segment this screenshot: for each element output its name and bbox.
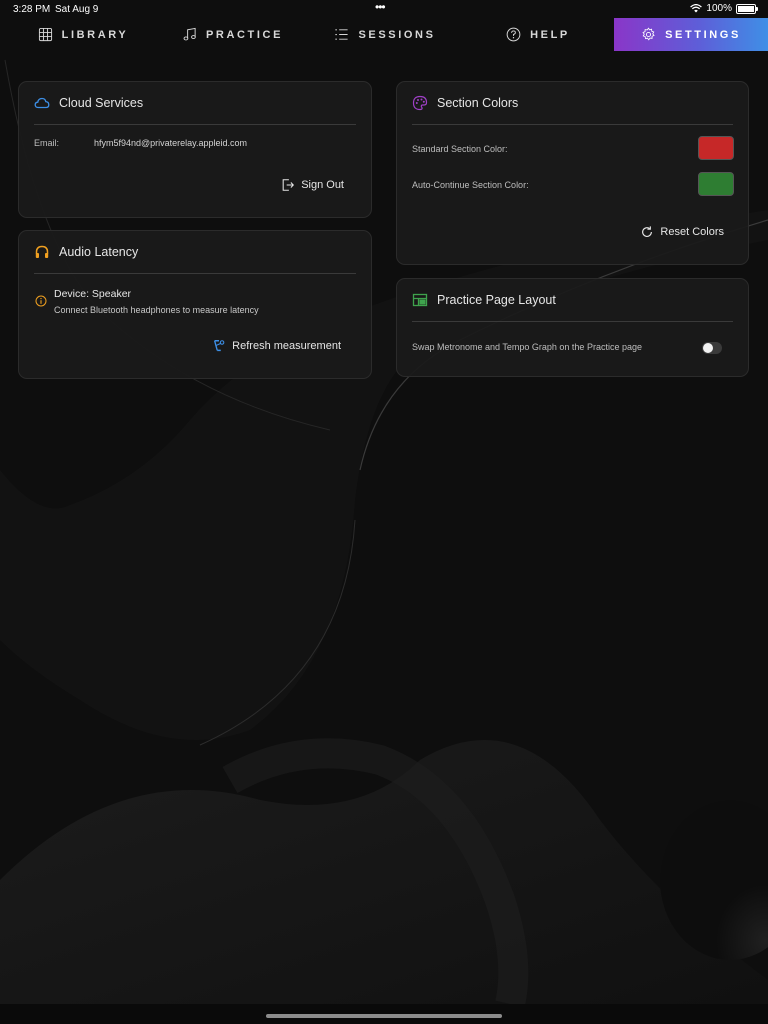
cloud-icon xyxy=(34,97,50,109)
device-label: Device: Speaker xyxy=(54,288,132,300)
battery-percent: 100% xyxy=(706,3,732,14)
tab-help-label: HELP xyxy=(530,28,570,41)
standard-section-color-swatch[interactable] xyxy=(698,136,734,160)
sign-out-label: Sign Out xyxy=(301,179,344,191)
audio-latency-card: Audio Latency Device: Speaker Connect Bl… xyxy=(18,230,372,379)
tab-practice-label: PRACTICE xyxy=(205,28,284,41)
practice-page-layout-card: Practice Page Layout Swap Metronome and … xyxy=(396,278,749,377)
status-date: Sat Aug 9 xyxy=(55,4,99,15)
refresh-measurement-button[interactable]: Refresh measurement xyxy=(212,339,341,353)
home-indicator[interactable] xyxy=(266,1014,502,1018)
reset-icon xyxy=(642,226,653,237)
latency-hint: Connect Bluetooth headphones to measure … xyxy=(54,305,259,315)
tab-settings[interactable]: SETTINGS xyxy=(614,18,768,51)
headphones-icon xyxy=(35,245,49,258)
status-bar: 3:28 PM Sat Aug 9 ••• 100% xyxy=(0,0,768,18)
layout-icon xyxy=(412,293,428,307)
swap-metronome-toggle[interactable] xyxy=(702,342,722,354)
measure-icon xyxy=(214,340,225,352)
audio-latency-title: Audio Latency xyxy=(59,245,139,259)
help-circle-icon xyxy=(506,27,521,42)
email-value: hfym5f94nd@privaterelay.appleid.com xyxy=(94,138,248,148)
tab-library-label: LIBRARY xyxy=(61,28,129,41)
gear-icon xyxy=(642,27,655,41)
tab-sessions[interactable]: SESSIONS xyxy=(330,18,440,51)
reset-colors-button[interactable]: Reset Colors xyxy=(640,225,724,239)
auto-continue-color-label: Auto-Continue Section Color: xyxy=(412,180,529,190)
section-colors-title: Section Colors xyxy=(437,96,519,110)
grid-icon xyxy=(38,27,52,42)
sign-out-button[interactable]: Sign Out xyxy=(281,178,344,192)
palette-icon xyxy=(412,95,428,111)
tab-help[interactable]: HELP xyxy=(500,18,576,51)
auto-continue-color-swatch[interactable] xyxy=(698,172,734,196)
info-icon xyxy=(35,295,47,307)
standard-section-color-label: Standard Section Color: xyxy=(412,144,508,154)
top-navigation: LIBRARY PRACTICE SESSIONS HELP SETTINGS xyxy=(0,18,768,51)
tab-settings-label: SETTINGS xyxy=(665,28,741,41)
reset-colors-label: Reset Colors xyxy=(660,226,724,238)
status-time: 3:28 PM xyxy=(13,4,51,15)
sign-out-icon xyxy=(282,179,295,191)
cloud-services-title: Cloud Services xyxy=(59,96,144,110)
tab-sessions-label: SESSIONS xyxy=(358,28,436,41)
wifi-icon xyxy=(690,4,703,13)
list-icon xyxy=(335,29,349,40)
section-colors-card: Section Colors Standard Section Color: A… xyxy=(396,81,749,265)
email-label: Email: xyxy=(34,138,60,148)
practice-page-layout-title: Practice Page Layout xyxy=(437,293,556,307)
tab-practice[interactable]: PRACTICE xyxy=(175,18,290,51)
battery-icon xyxy=(736,3,758,14)
multitasking-dots-icon[interactable]: ••• xyxy=(375,0,386,14)
refresh-measurement-label: Refresh measurement xyxy=(232,340,341,352)
cloud-services-card: Cloud Services Email: hfym5f94nd@private… xyxy=(18,81,372,218)
music-note-icon xyxy=(183,27,196,41)
tab-library[interactable]: LIBRARY xyxy=(28,18,138,51)
swap-metronome-label: Swap Metronome and Tempo Graph on the Pr… xyxy=(412,342,642,352)
